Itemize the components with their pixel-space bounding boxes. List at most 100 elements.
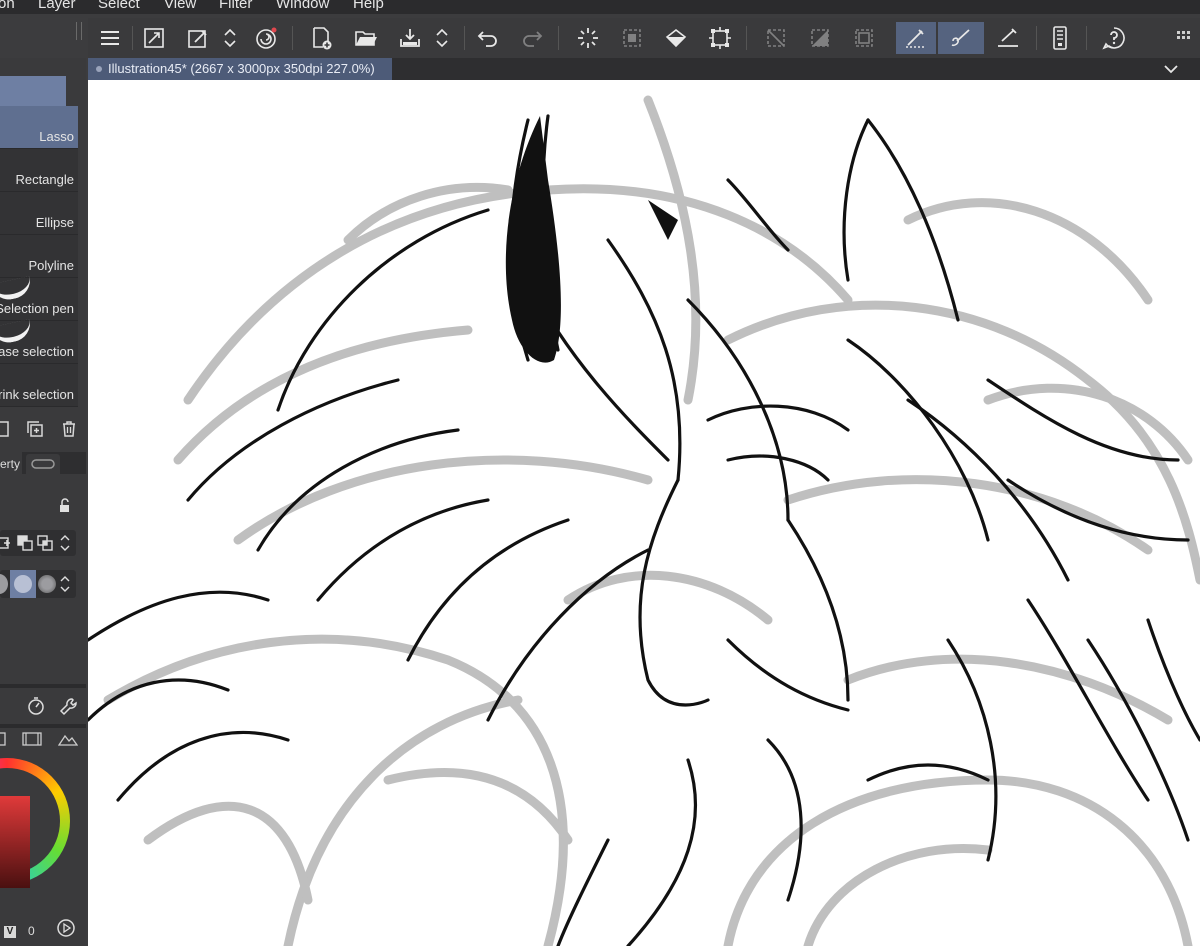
draw-line-button[interactable] <box>992 22 1024 54</box>
play-circle-icon[interactable] <box>56 918 76 938</box>
redo-icon <box>523 31 543 47</box>
spinner-icon[interactable] <box>58 574 72 594</box>
tool-property-tabs: erty <box>0 452 86 474</box>
sub-tool-ellipse[interactable]: Ellipse <box>0 192 78 235</box>
sub-tool-rectangle[interactable]: Rectangle <box>0 149 78 192</box>
sub-tool-shrink-selection[interactable]: rink selection <box>0 364 78 407</box>
tablet-icon <box>1053 26 1067 50</box>
sub-tool-list: Lasso Rectangle Ellipse Polyline Selecti… <box>0 106 78 407</box>
color-panel-tabs <box>0 730 86 748</box>
antialias-strong-option[interactable] <box>38 575 56 593</box>
realtime-button[interactable] <box>250 22 282 54</box>
clear-button[interactable] <box>760 22 792 54</box>
help-button[interactable] <box>1098 22 1130 54</box>
menu-item-help[interactable]: Help <box>353 0 384 12</box>
sub-tool-polyline[interactable]: Polyline <box>0 235 78 278</box>
color-saturation-square[interactable] <box>0 796 30 888</box>
menu-item-layer[interactable]: Layer <box>38 0 76 12</box>
pen-mode-button[interactable] <box>896 22 936 54</box>
menu-item-window[interactable]: Window <box>276 0 329 12</box>
open-button[interactable] <box>350 22 382 54</box>
sub-tool-panel: Lasso Rectangle Ellipse Polyline Selecti… <box>0 58 86 946</box>
eyedropper-button[interactable] <box>182 22 214 54</box>
tab-sub-tool-detail[interactable] <box>26 454 60 474</box>
subtract-selection-icon[interactable] <box>16 534 34 552</box>
deselect-icon <box>623 29 641 47</box>
menu-item-select[interactable]: Select <box>98 0 140 12</box>
border-icon <box>855 29 873 47</box>
tab-title: Illustration45* (2667 x 3000px 350dpi 22… <box>108 61 375 76</box>
toolbar-settings-button[interactable] <box>1172 22 1196 54</box>
eyedropper-stepper[interactable] <box>218 22 242 54</box>
mountain-icon[interactable] <box>58 732 78 746</box>
new-file-button[interactable] <box>306 22 338 54</box>
canvas-size-button[interactable] <box>138 22 170 54</box>
tablet-settings-button[interactable] <box>1044 22 1076 54</box>
spiral-icon <box>256 27 277 49</box>
sub-tool-group-header[interactable] <box>0 76 66 106</box>
panel-grip[interactable] <box>76 22 82 40</box>
undo-button[interactable] <box>472 22 504 54</box>
spinner-icon[interactable] <box>58 533 72 553</box>
sub-tool-label: Rectangle <box>15 172 74 187</box>
sub-tool-actions <box>0 418 86 442</box>
antialias-none-option[interactable] <box>0 574 8 594</box>
tab-label: erty <box>0 457 20 471</box>
brush-mode-button[interactable] <box>938 22 984 54</box>
loading-button[interactable] <box>572 22 604 54</box>
transform-icon <box>709 27 731 49</box>
tab-illustration45[interactable]: Illustration45* (2667 x 3000px 350dpi 22… <box>88 58 392 80</box>
menu-item-animation[interactable]: on <box>0 0 15 12</box>
link-icon <box>31 459 55 469</box>
transform-button[interactable] <box>704 22 736 54</box>
antialias-weak-option[interactable] <box>10 570 36 598</box>
sub-tool-label: Ellipse <box>35 215 74 230</box>
color-set-tab-icon[interactable] <box>22 732 42 746</box>
border-selection-button[interactable] <box>848 22 880 54</box>
wrench-icon[interactable] <box>58 696 80 718</box>
fill-button[interactable] <box>660 22 692 54</box>
deselect-button[interactable] <box>616 22 648 54</box>
menu-bar: on Layer Select View Filter Window Help <box>0 0 1200 14</box>
menu-icon <box>101 31 119 45</box>
menu-button[interactable] <box>94 22 126 54</box>
value-badge: V <box>4 926 16 938</box>
menu-item-view[interactable]: View <box>164 0 196 12</box>
trash-icon[interactable] <box>60 420 78 438</box>
spinner-icon <box>436 28 448 48</box>
selection-mode-selector[interactable] <box>0 530 76 556</box>
add-selection-icon[interactable] <box>0 534 14 552</box>
sketch-artwork <box>88 95 1200 946</box>
new-file-icon <box>313 27 332 50</box>
color-wheel-tab-icon[interactable] <box>0 732 6 746</box>
sub-tool-selection-pen[interactable]: Selection pen <box>0 276 78 321</box>
lock-icon[interactable] <box>56 498 72 514</box>
intersect-selection-icon[interactable] <box>36 534 54 552</box>
save-stepper[interactable] <box>430 22 454 54</box>
tab-list-button[interactable] <box>1162 60 1180 78</box>
command-bar <box>88 18 1200 59</box>
sub-tool-erase-selection[interactable]: ase selection <box>0 319 78 364</box>
sub-tool-lasso[interactable]: Lasso <box>0 106 78 149</box>
tab-tool-property[interactable]: erty <box>0 452 22 474</box>
fill-icon <box>665 28 687 48</box>
panel-divider <box>0 724 86 728</box>
brush-icon <box>951 29 970 47</box>
drawing-canvas[interactable] <box>88 80 1200 946</box>
brush-stroke-preview <box>0 276 34 303</box>
menu-item-filter[interactable]: Filter <box>219 0 252 12</box>
sub-tool-label: Lasso <box>39 129 74 144</box>
sub-tool-label: rink selection <box>0 387 74 402</box>
resize-icon <box>144 28 164 48</box>
open-folder-icon <box>355 31 377 46</box>
duplicate-icon[interactable] <box>26 420 44 438</box>
save-button[interactable] <box>394 22 426 54</box>
invert-selection-button[interactable] <box>804 22 836 54</box>
antialias-selector[interactable] <box>0 570 76 598</box>
copy-subtool-icon[interactable] <box>0 420 12 438</box>
panel-divider <box>0 684 86 688</box>
redo-button[interactable] <box>516 22 548 54</box>
timer-icon[interactable] <box>26 696 46 716</box>
pen-icon <box>906 29 926 48</box>
sub-tool-label: Polyline <box>28 258 74 273</box>
